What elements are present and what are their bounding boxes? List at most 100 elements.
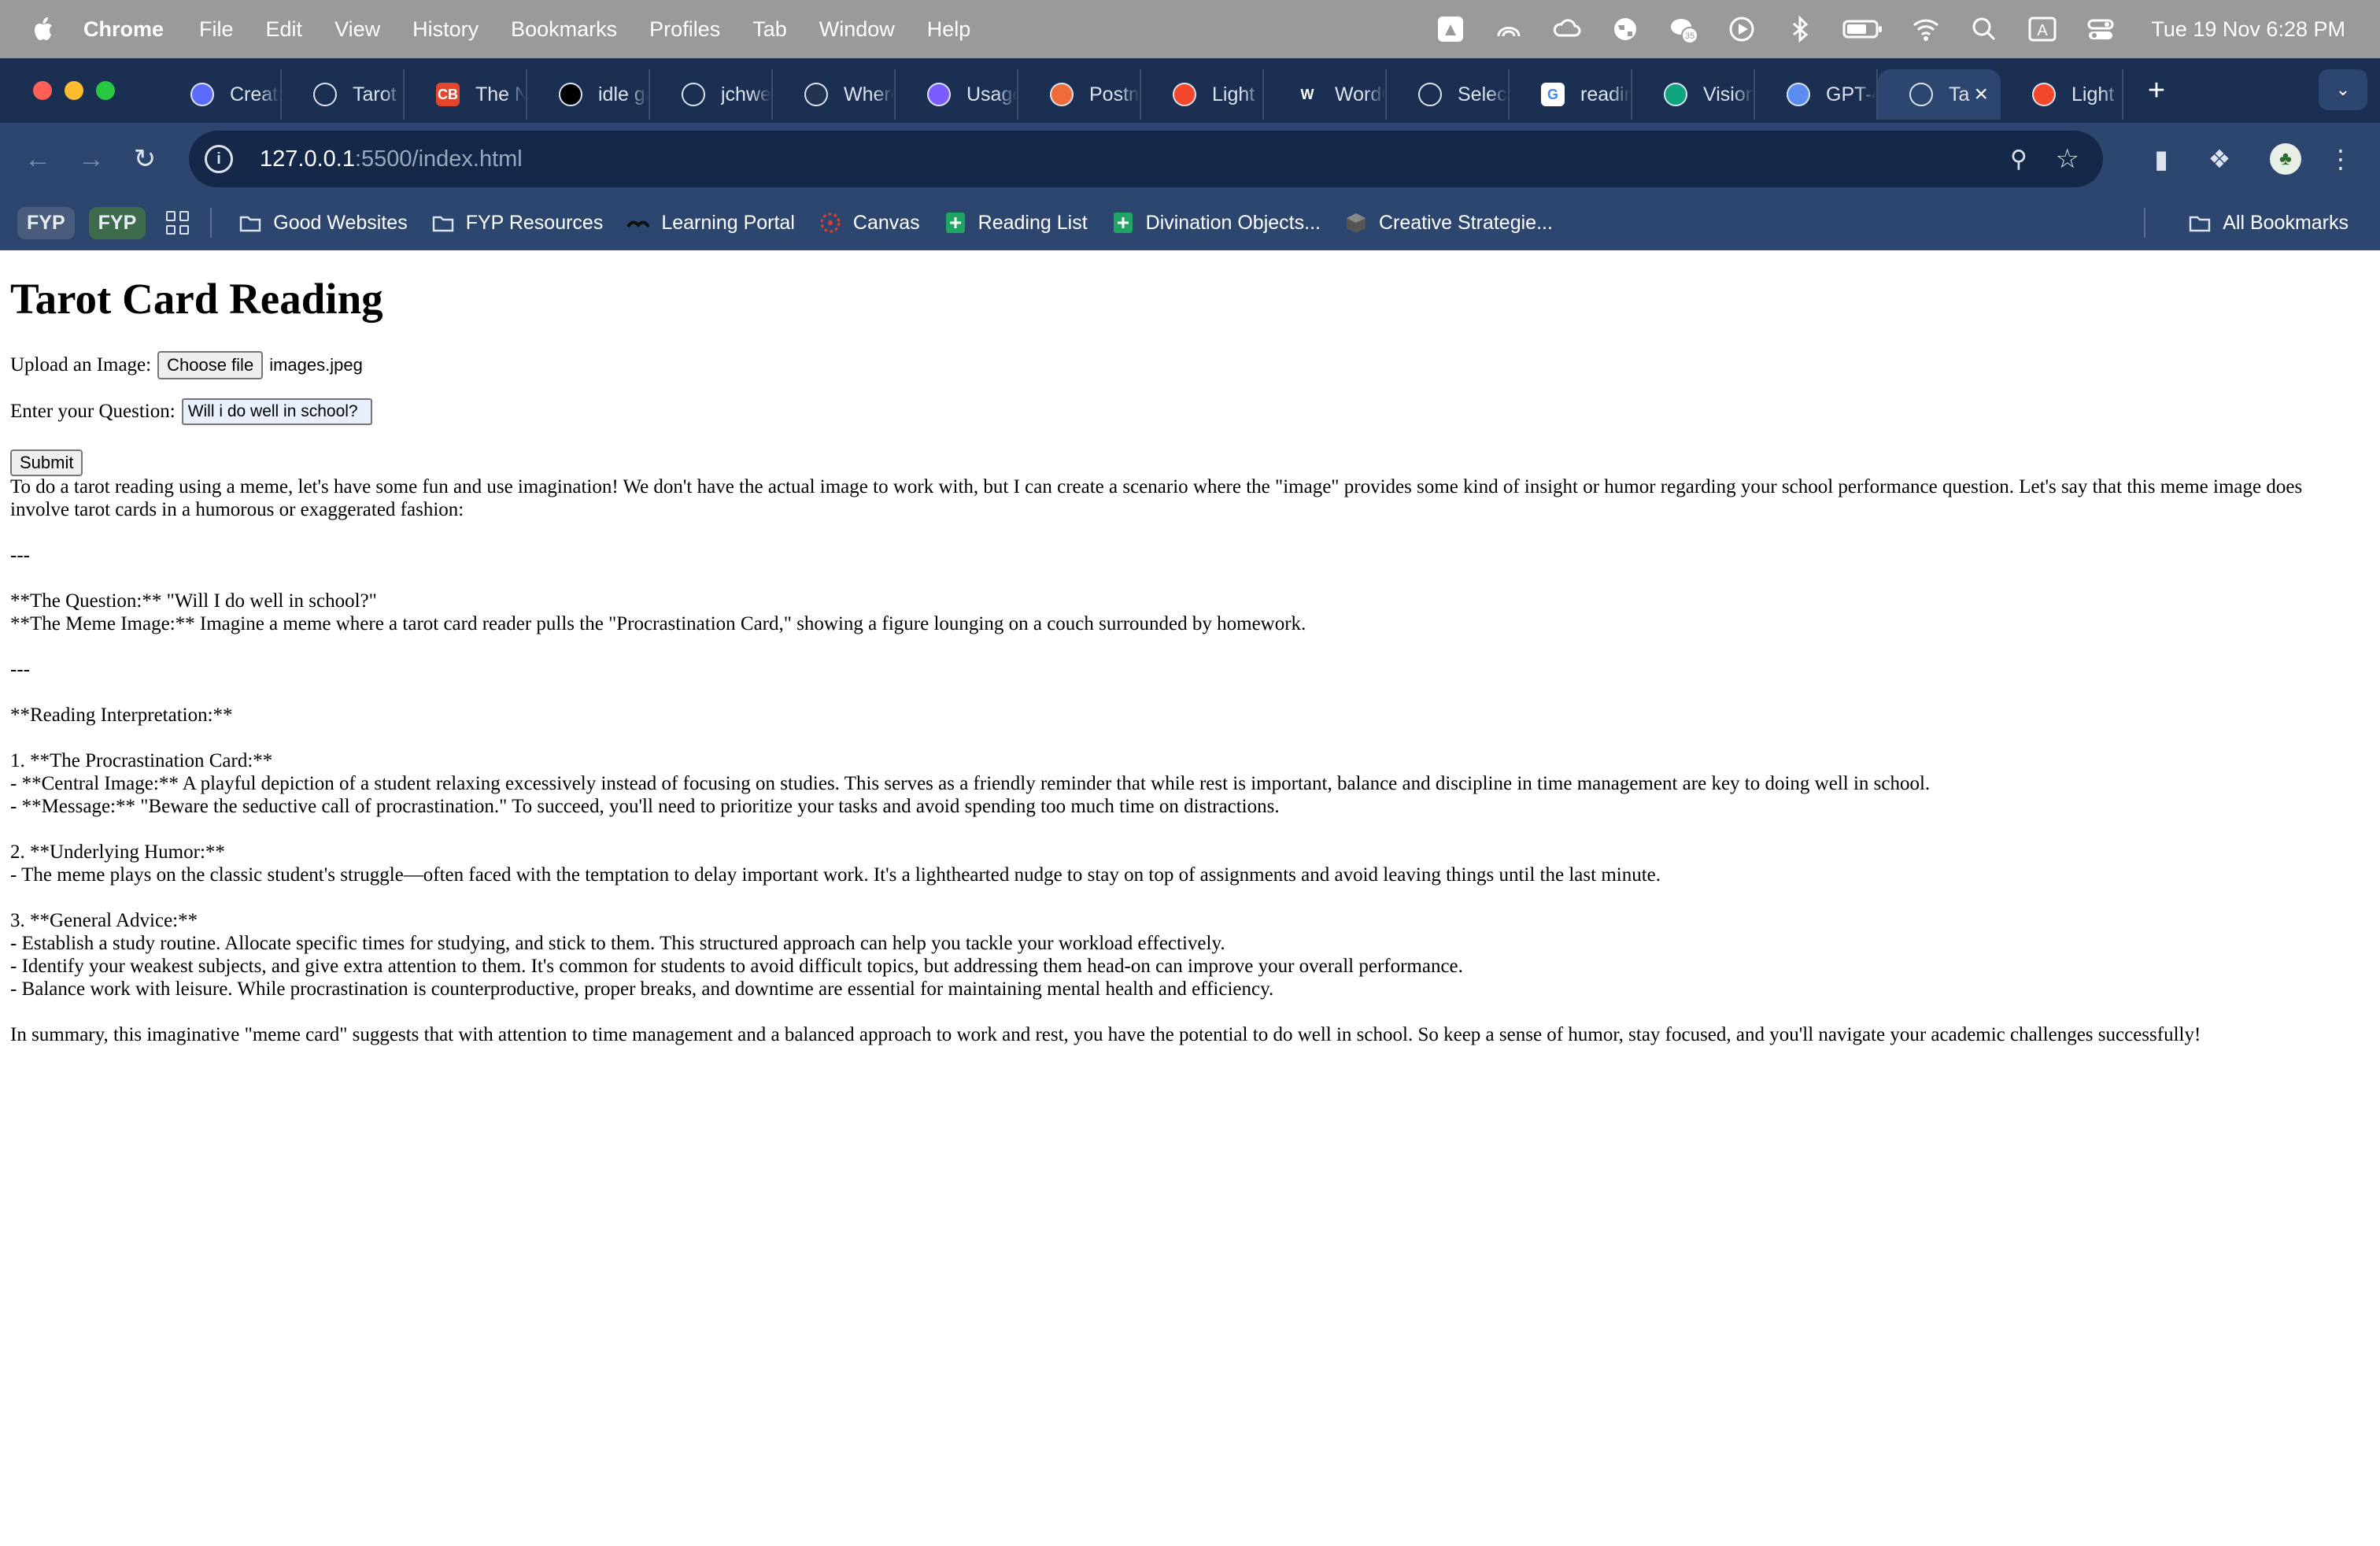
- all-bookmarks-label: All Bookmarks: [2223, 211, 2349, 234]
- tab-search-button[interactable]: ⌄: [2319, 69, 2367, 110]
- minimize-window-button[interactable]: [65, 81, 83, 100]
- macos-menu-bar: Chrome File Edit View History Bookmarks …: [0, 0, 2380, 58]
- profile-avatar[interactable]: ♣: [2270, 143, 2301, 175]
- reading-mode-icon[interactable]: ▮: [2142, 140, 2180, 178]
- more-menu-icon[interactable]: ⋮: [2322, 140, 2360, 178]
- browser-tab[interactable]: Light: [2001, 69, 2123, 120]
- menu-file[interactable]: File: [199, 17, 234, 42]
- menu-bar-clock[interactable]: Tue 19 Nov 6:28 PM: [2151, 17, 2345, 42]
- bookmark-label: FYP Resources: [465, 211, 604, 234]
- browser-tab[interactable]: Greadin: [1510, 69, 1632, 120]
- tab-title: Postm: [1089, 83, 1140, 105]
- bookmark-label: Good Websites: [273, 211, 408, 234]
- bookmark-creative-strategies[interactable]: Creative Strategie...: [1344, 211, 1553, 235]
- bookmark-canvas[interactable]: Canvas: [819, 211, 920, 235]
- submit-button[interactable]: Submit: [10, 449, 83, 476]
- drive-icon[interactable]: [1435, 13, 1466, 45]
- menu-edit[interactable]: Edit: [266, 17, 303, 42]
- flame-icon: [1173, 83, 1196, 106]
- forward-button[interactable]: →: [72, 140, 110, 178]
- browser-tab[interactable]: Where: [773, 69, 896, 120]
- upload-row: Upload an Image: Choose file images.jpeg: [10, 351, 363, 379]
- folder-icon: [2188, 211, 2212, 235]
- bookmark-divination-objects[interactable]: Divination Objects...: [1111, 211, 1321, 235]
- tab-group-chip-fyp-2[interactable]: FYP: [88, 206, 146, 239]
- choose-file-button[interactable]: Choose file: [157, 351, 264, 379]
- play-icon[interactable]: [1726, 13, 1757, 45]
- site-info-icon[interactable]: i: [205, 145, 233, 173]
- fullscreen-window-button[interactable]: [96, 81, 115, 100]
- control-center-icon[interactable]: [2085, 13, 2116, 45]
- new-tab-button[interactable]: +: [2141, 74, 2172, 108]
- tab-title: Tarot I: [353, 83, 403, 105]
- bookmark-star-icon[interactable]: ☆: [2056, 143, 2079, 175]
- menu-help[interactable]: Help: [927, 17, 971, 42]
- bluetooth-icon[interactable]: [1784, 13, 1816, 45]
- close-window-button[interactable]: [33, 81, 52, 100]
- bookmark-reading-list[interactable]: Reading List: [944, 211, 1088, 235]
- browser-tab[interactable]: Light: [1141, 69, 1264, 120]
- menu-window[interactable]: Window: [819, 17, 895, 42]
- tab-title: WordC: [1335, 83, 1385, 105]
- browser-toolbar: ← → ↻ i 127.0.0.1:5500/index.html ⚲ ☆ ▮ …: [0, 123, 2380, 195]
- browser-tab[interactable]: Vision: [1632, 69, 1755, 120]
- bookmark-good-websites[interactable]: Good Websites: [238, 211, 408, 235]
- apple-logo-icon[interactable]: [31, 16, 54, 43]
- tab-title: Where: [844, 83, 894, 105]
- close-tab-icon[interactable]: ×: [1974, 81, 1988, 108]
- menu-bar-status-area: 35 A Tue 19 Nov 6:28 PM: [1408, 0, 2345, 58]
- creative-cloud-icon[interactable]: [1493, 13, 1524, 45]
- browser-tab[interactable]: GPT-4: [1755, 69, 1878, 120]
- back-button[interactable]: ←: [19, 140, 57, 178]
- tab-group-chip-fyp[interactable]: FYP: [17, 206, 75, 239]
- page-content: Tarot Card Reading Upload an Image: Choo…: [0, 250, 2380, 1546]
- zoom-icon[interactable]: ⚲: [2010, 146, 2027, 173]
- all-bookmarks-button[interactable]: All Bookmarks: [2188, 211, 2349, 235]
- menu-view[interactable]: View: [334, 17, 380, 42]
- menu-app-name[interactable]: Chrome: [83, 17, 164, 42]
- wechat-badge-icon[interactable]: 35: [1668, 13, 1699, 45]
- browser-tab[interactable]: Select: [1387, 69, 1510, 120]
- menu-tab[interactable]: Tab: [752, 17, 787, 42]
- browser-tab[interactable]: CB The N: [405, 69, 527, 120]
- reload-button[interactable]: ↻: [126, 140, 164, 178]
- folder-icon: [431, 211, 455, 235]
- bookmarks-divider: [2144, 208, 2146, 238]
- wordcounter-icon: W: [1295, 83, 1319, 106]
- openai-green-icon: [1664, 83, 1687, 106]
- all-bookmarks: All Bookmarks: [2144, 195, 2356, 250]
- browser-tab[interactable]: W WordC: [1264, 69, 1387, 120]
- globe-icon: [1909, 83, 1933, 106]
- idle-game-icon: [559, 83, 582, 106]
- address-bar-url[interactable]: 127.0.0.1:5500/index.html: [260, 146, 523, 172]
- address-bar[interactable]: i 127.0.0.1:5500/index.html ⚲ ☆: [189, 131, 2103, 187]
- bookmarks-bar: FYP FYP Good Websites FYP Resources Lear…: [0, 195, 2380, 250]
- bookmark-label: Learning Portal: [661, 211, 795, 234]
- browser-tab[interactable]: jchwe: [650, 69, 773, 120]
- browser-tab[interactable]: idle ga: [527, 69, 650, 120]
- extensions-icon[interactable]: ❖: [2201, 140, 2238, 178]
- apps-grid-icon[interactable]: [166, 211, 190, 235]
- spotlight-search-icon[interactable]: [1968, 13, 2000, 45]
- menu-history[interactable]: History: [412, 17, 479, 42]
- browser-tab[interactable]: Usage: [896, 69, 1018, 120]
- menu-profiles[interactable]: Profiles: [649, 17, 720, 42]
- cloud-sync-icon[interactable]: [1551, 13, 1583, 45]
- globe-icon[interactable]: [1609, 13, 1641, 45]
- question-input[interactable]: [181, 398, 372, 425]
- wifi-icon[interactable]: [1910, 13, 1942, 45]
- bookmark-learning-portal[interactable]: Learning Portal: [626, 211, 795, 235]
- dark-square-icon: [804, 83, 828, 106]
- browser-tab[interactable]: Postm: [1018, 69, 1141, 120]
- browser-tab[interactable]: Tarot I: [282, 69, 405, 120]
- tab-list: Creati Tarot I CB The N idle ga jchwe Where Usa…: [159, 58, 2123, 123]
- bookmark-fyp-resources[interactable]: FYP Resources: [431, 211, 604, 235]
- google-sheets-icon: [1111, 211, 1135, 235]
- browser-tab-active[interactable]: Ta ×: [1878, 69, 2001, 120]
- menu-bookmarks[interactable]: Bookmarks: [511, 17, 617, 42]
- browser-tab[interactable]: Creati: [159, 69, 282, 120]
- bookmarks-divider: [210, 208, 213, 238]
- input-method-icon[interactable]: A: [2027, 13, 2058, 45]
- battery-icon[interactable]: [1842, 13, 1883, 45]
- cb-icon: CB: [436, 83, 460, 106]
